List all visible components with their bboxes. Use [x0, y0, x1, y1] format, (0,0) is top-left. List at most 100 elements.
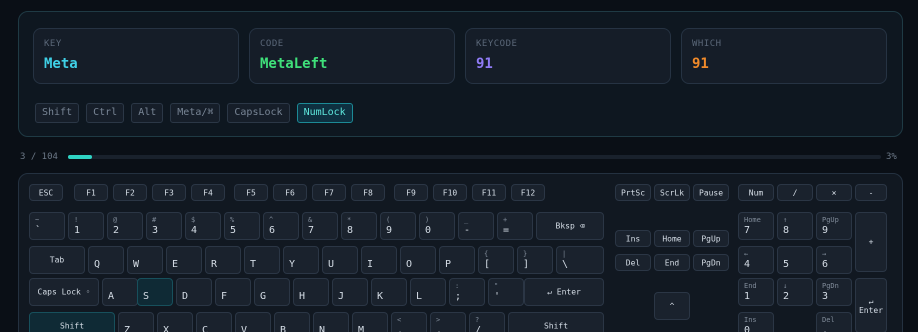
key-s[interactable]: S — [137, 278, 173, 306]
modifier-alt: Alt — [131, 103, 164, 123]
key-i[interactable]: I — [361, 246, 397, 274]
key-a[interactable]: A — [102, 278, 138, 306]
key-del[interactable]: Del — [615, 254, 651, 271]
key-period[interactable]: >. — [430, 312, 466, 332]
key-f4[interactable]: F4 — [191, 184, 225, 201]
key-d3[interactable]: #3 — [146, 212, 182, 240]
key-comma[interactable]: <, — [391, 312, 427, 332]
key-semicolon[interactable]: :; — [449, 278, 485, 306]
key-np4[interactable]: ← 4 — [738, 246, 774, 274]
key-home[interactable]: Home — [654, 230, 690, 247]
key-scrlk[interactable]: ScrLk — [654, 184, 690, 201]
key-minus[interactable]: _ - — [458, 212, 494, 240]
key-l[interactable]: L — [410, 278, 446, 306]
key-shiftl[interactable]: Shift — [29, 312, 115, 332]
key-np1[interactable]: End 1 — [738, 278, 774, 306]
key-d2[interactable]: @2 — [107, 212, 143, 240]
key-r[interactable]: R — [205, 246, 241, 274]
key-f6[interactable]: F6 — [273, 184, 307, 201]
key-np-add[interactable]: + — [855, 212, 887, 272]
key-d9[interactable]: (9 — [380, 212, 416, 240]
key-label: + — [868, 237, 874, 247]
key-npdot[interactable]: Del. — [816, 312, 852, 332]
key-g[interactable]: G — [254, 278, 290, 306]
key-x[interactable]: X — [157, 312, 193, 332]
key-k[interactable]: K — [371, 278, 407, 306]
key-bk[interactable]: B — [274, 312, 310, 332]
key-np2[interactable]: ↓ 2 — [777, 278, 813, 306]
key-w[interactable]: W — [127, 246, 163, 274]
key-np-mul[interactable]: × — [816, 184, 852, 201]
key-o[interactable]: O — [400, 246, 436, 274]
key-z[interactable]: Z — [118, 312, 154, 332]
key-end[interactable]: End — [654, 254, 690, 271]
key-f8[interactable]: F8 — [351, 184, 385, 201]
key-d6[interactable]: ^ 6 — [263, 212, 299, 240]
key-shift-label: | — [562, 250, 567, 258]
key-f3[interactable]: F3 — [152, 184, 186, 201]
key-bksp[interactable]: Bksp ⌫ — [536, 212, 604, 240]
key-np6[interactable]: → 6 — [816, 246, 852, 274]
key-tab[interactable]: Tab — [29, 246, 85, 274]
key-np3[interactable]: PgDn 3 — [816, 278, 852, 306]
key-v[interactable]: V — [235, 312, 271, 332]
key-np7[interactable]: Home 7 — [738, 212, 774, 240]
key-capslock[interactable]: Caps Lock ◦ — [29, 278, 99, 306]
key-f9[interactable]: F9 — [394, 184, 428, 201]
key-j[interactable]: J — [332, 278, 368, 306]
key-f2[interactable]: F2 — [113, 184, 147, 201]
key-np-div[interactable]: / — [777, 184, 813, 201]
key-quote[interactable]: " ' — [488, 278, 524, 306]
key-d[interactable]: D — [176, 278, 212, 306]
key-d5[interactable]: % 5 — [224, 212, 260, 240]
key-np9[interactable]: PgUp 9 — [816, 212, 852, 240]
key-np5[interactable]: 5 — [777, 246, 813, 274]
key-h[interactable]: H — [293, 278, 329, 306]
key-np-sub[interactable]: - — [855, 184, 887, 201]
key-label: Shift — [543, 321, 569, 331]
key-q[interactable]: Q — [88, 246, 124, 274]
key-f11[interactable]: F11 — [472, 184, 506, 201]
key-num[interactable]: Num — [738, 184, 774, 201]
key-n[interactable]: N — [313, 312, 349, 332]
key-np0[interactable]: Ins 0 — [738, 312, 774, 332]
key-d7[interactable]: & 7 — [302, 212, 338, 240]
key-prtsc[interactable]: PrtSc — [615, 184, 651, 201]
key-slash[interactable]: ? / — [469, 312, 505, 332]
key-f12[interactable]: F12 — [511, 184, 545, 201]
key-u[interactable]: U — [322, 246, 358, 274]
key-main-label: Y — [289, 259, 296, 270]
key-backslash[interactable]: | \ — [556, 246, 604, 274]
key-f[interactable]: F — [215, 278, 251, 306]
key-up[interactable]: ^ — [654, 292, 690, 320]
key-np-enter[interactable]: ↵ Enter — [855, 278, 887, 332]
key-rbracket[interactable]: }] — [517, 246, 553, 274]
key-enter[interactable]: ↵ Enter — [524, 278, 604, 306]
key-d8[interactable]: * 8 — [341, 212, 377, 240]
key-esc[interactable]: ESC — [29, 184, 63, 201]
key-f5[interactable]: F5 — [234, 184, 268, 201]
key-f7[interactable]: F7 — [312, 184, 346, 201]
key-shiftr[interactable]: Shift — [508, 312, 604, 332]
key-ins[interactable]: Ins — [615, 230, 651, 247]
key-label: PgUp — [701, 234, 721, 243]
keycode-card: KEYCODE 91 — [465, 28, 671, 84]
key-equal[interactable]: + = — [497, 212, 533, 240]
key-m[interactable]: M — [352, 312, 388, 332]
key-f1[interactable]: F1 — [74, 184, 108, 201]
key-d4[interactable]: $4 — [185, 212, 221, 240]
key-f10[interactable]: F10 — [433, 184, 467, 201]
key-ck[interactable]: C — [196, 312, 232, 332]
key-pgdn[interactable]: PgDn — [693, 254, 729, 271]
key-lbracket[interactable]: {[ — [478, 246, 514, 274]
key-e[interactable]: E — [166, 246, 202, 274]
key-backquote[interactable]: ~ ` — [29, 212, 65, 240]
key-d1[interactable]: ! 1 — [68, 212, 104, 240]
key-p[interactable]: P — [439, 246, 475, 274]
key-np8[interactable]: ↑ 8 — [777, 212, 813, 240]
key-tkey[interactable]: T — [244, 246, 280, 274]
key-d0[interactable]: ) 0 — [419, 212, 455, 240]
key-pause[interactable]: Pause — [693, 184, 729, 201]
key-pgup[interactable]: PgUp — [693, 230, 729, 247]
key-y[interactable]: Y — [283, 246, 319, 274]
